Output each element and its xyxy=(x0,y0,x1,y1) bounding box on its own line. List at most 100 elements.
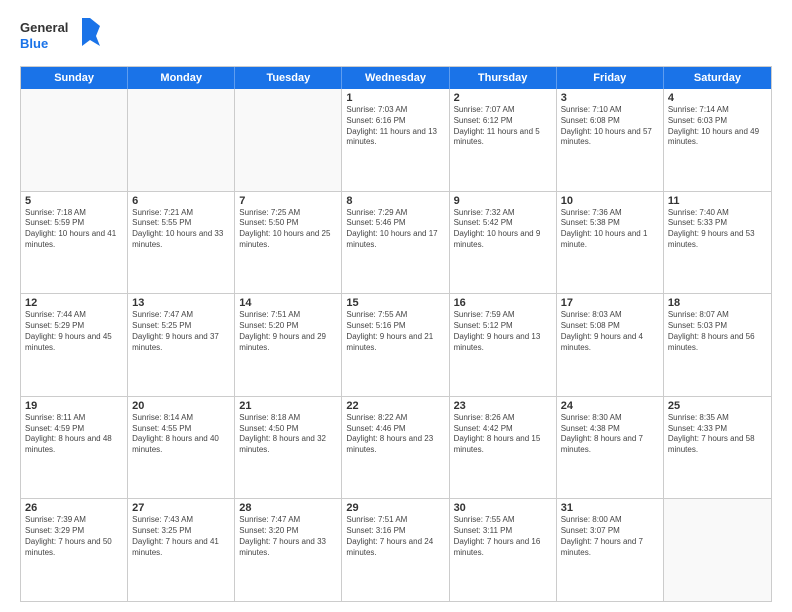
header: General Blue xyxy=(20,16,772,58)
day-number: 3 xyxy=(561,92,659,104)
cell-content: Sunrise: 7:36 AMSunset: 5:38 PMDaylight:… xyxy=(561,208,659,251)
day-number: 10 xyxy=(561,195,659,207)
day-number: 26 xyxy=(25,502,123,514)
page: General Blue SundayMondayTuesdayWednesda… xyxy=(0,0,792,612)
cell-content: Sunrise: 8:18 AMSunset: 4:50 PMDaylight:… xyxy=(239,413,337,456)
day-number: 9 xyxy=(454,195,552,207)
day-number: 21 xyxy=(239,400,337,412)
day-number: 25 xyxy=(668,400,767,412)
day-number: 27 xyxy=(132,502,230,514)
day-cell-23: 23 Sunrise: 8:26 AMSunset: 4:42 PMDaylig… xyxy=(450,397,557,499)
cell-content: Sunrise: 7:40 AMSunset: 5:33 PMDaylight:… xyxy=(668,208,767,251)
day-number: 22 xyxy=(346,400,444,412)
day-cell-14: 14 Sunrise: 7:51 AMSunset: 5:20 PMDaylig… xyxy=(235,294,342,396)
day-cell-29: 29 Sunrise: 7:51 AMSunset: 3:16 PMDaylig… xyxy=(342,499,449,601)
day-cell-1: 1 Sunrise: 7:03 AMSunset: 6:16 PMDayligh… xyxy=(342,89,449,191)
cell-content: Sunrise: 7:44 AMSunset: 5:29 PMDaylight:… xyxy=(25,310,123,353)
day-cell-6: 6 Sunrise: 7:21 AMSunset: 5:55 PMDayligh… xyxy=(128,192,235,294)
cell-content: Sunrise: 8:35 AMSunset: 4:33 PMDaylight:… xyxy=(668,413,767,456)
day-number: 20 xyxy=(132,400,230,412)
day-number: 6 xyxy=(132,195,230,207)
day-cell-19: 19 Sunrise: 8:11 AMSunset: 4:59 PMDaylig… xyxy=(21,397,128,499)
day-number: 15 xyxy=(346,297,444,309)
day-cell-18: 18 Sunrise: 8:07 AMSunset: 5:03 PMDaylig… xyxy=(664,294,771,396)
cell-content: Sunrise: 7:25 AMSunset: 5:50 PMDaylight:… xyxy=(239,208,337,251)
day-cell-24: 24 Sunrise: 8:30 AMSunset: 4:38 PMDaylig… xyxy=(557,397,664,499)
day-cell-3: 3 Sunrise: 7:10 AMSunset: 6:08 PMDayligh… xyxy=(557,89,664,191)
day-header-thursday: Thursday xyxy=(450,67,557,89)
cell-content: Sunrise: 8:26 AMSunset: 4:42 PMDaylight:… xyxy=(454,413,552,456)
calendar-header: SundayMondayTuesdayWednesdayThursdayFrid… xyxy=(21,67,771,89)
cell-content: Sunrise: 7:59 AMSunset: 5:12 PMDaylight:… xyxy=(454,310,552,353)
day-header-wednesday: Wednesday xyxy=(342,67,449,89)
day-cell-22: 22 Sunrise: 8:22 AMSunset: 4:46 PMDaylig… xyxy=(342,397,449,499)
week-row-1: 1 Sunrise: 7:03 AMSunset: 6:16 PMDayligh… xyxy=(21,89,771,192)
calendar-body: 1 Sunrise: 7:03 AMSunset: 6:16 PMDayligh… xyxy=(21,89,771,601)
svg-text:Blue: Blue xyxy=(20,36,48,51)
cell-content: Sunrise: 8:14 AMSunset: 4:55 PMDaylight:… xyxy=(132,413,230,456)
week-row-5: 26 Sunrise: 7:39 AMSunset: 3:29 PMDaylig… xyxy=(21,499,771,601)
calendar: SundayMondayTuesdayWednesdayThursdayFrid… xyxy=(20,66,772,602)
cell-content: Sunrise: 7:07 AMSunset: 6:12 PMDaylight:… xyxy=(454,105,552,148)
day-header-saturday: Saturday xyxy=(664,67,771,89)
cell-content: Sunrise: 7:18 AMSunset: 5:59 PMDaylight:… xyxy=(25,208,123,251)
day-number: 29 xyxy=(346,502,444,514)
day-number: 14 xyxy=(239,297,337,309)
day-number: 24 xyxy=(561,400,659,412)
day-cell-8: 8 Sunrise: 7:29 AMSunset: 5:46 PMDayligh… xyxy=(342,192,449,294)
day-number: 4 xyxy=(668,92,767,104)
cell-content: Sunrise: 7:21 AMSunset: 5:55 PMDaylight:… xyxy=(132,208,230,251)
cell-content: Sunrise: 8:11 AMSunset: 4:59 PMDaylight:… xyxy=(25,413,123,456)
cell-content: Sunrise: 7:43 AMSunset: 3:25 PMDaylight:… xyxy=(132,515,230,558)
day-number: 31 xyxy=(561,502,659,514)
svg-text:General: General xyxy=(20,20,68,35)
day-cell-13: 13 Sunrise: 7:47 AMSunset: 5:25 PMDaylig… xyxy=(128,294,235,396)
cell-content: Sunrise: 8:00 AMSunset: 3:07 PMDaylight:… xyxy=(561,515,659,558)
day-cell-21: 21 Sunrise: 8:18 AMSunset: 4:50 PMDaylig… xyxy=(235,397,342,499)
day-number: 17 xyxy=(561,297,659,309)
day-number: 16 xyxy=(454,297,552,309)
cell-content: Sunrise: 8:22 AMSunset: 4:46 PMDaylight:… xyxy=(346,413,444,456)
day-cell-26: 26 Sunrise: 7:39 AMSunset: 3:29 PMDaylig… xyxy=(21,499,128,601)
week-row-3: 12 Sunrise: 7:44 AMSunset: 5:29 PMDaylig… xyxy=(21,294,771,397)
cell-content: Sunrise: 7:32 AMSunset: 5:42 PMDaylight:… xyxy=(454,208,552,251)
day-number: 23 xyxy=(454,400,552,412)
day-number: 2 xyxy=(454,92,552,104)
empty-cell xyxy=(21,89,128,191)
empty-cell xyxy=(128,89,235,191)
day-number: 13 xyxy=(132,297,230,309)
cell-content: Sunrise: 7:51 AMSunset: 5:20 PMDaylight:… xyxy=(239,310,337,353)
day-number: 8 xyxy=(346,195,444,207)
day-cell-10: 10 Sunrise: 7:36 AMSunset: 5:38 PMDaylig… xyxy=(557,192,664,294)
day-cell-25: 25 Sunrise: 8:35 AMSunset: 4:33 PMDaylig… xyxy=(664,397,771,499)
day-cell-12: 12 Sunrise: 7:44 AMSunset: 5:29 PMDaylig… xyxy=(21,294,128,396)
empty-cell xyxy=(235,89,342,191)
day-header-friday: Friday xyxy=(557,67,664,89)
day-cell-7: 7 Sunrise: 7:25 AMSunset: 5:50 PMDayligh… xyxy=(235,192,342,294)
day-cell-17: 17 Sunrise: 8:03 AMSunset: 5:08 PMDaylig… xyxy=(557,294,664,396)
logo-svg: General Blue xyxy=(20,16,100,58)
cell-content: Sunrise: 7:51 AMSunset: 3:16 PMDaylight:… xyxy=(346,515,444,558)
cell-content: Sunrise: 7:03 AMSunset: 6:16 PMDaylight:… xyxy=(346,105,444,148)
day-cell-31: 31 Sunrise: 8:00 AMSunset: 3:07 PMDaylig… xyxy=(557,499,664,601)
day-cell-27: 27 Sunrise: 7:43 AMSunset: 3:25 PMDaylig… xyxy=(128,499,235,601)
cell-content: Sunrise: 7:29 AMSunset: 5:46 PMDaylight:… xyxy=(346,208,444,251)
day-number: 7 xyxy=(239,195,337,207)
day-cell-5: 5 Sunrise: 7:18 AMSunset: 5:59 PMDayligh… xyxy=(21,192,128,294)
day-number: 30 xyxy=(454,502,552,514)
cell-content: Sunrise: 8:30 AMSunset: 4:38 PMDaylight:… xyxy=(561,413,659,456)
cell-content: Sunrise: 7:55 AMSunset: 3:11 PMDaylight:… xyxy=(454,515,552,558)
day-number: 11 xyxy=(668,195,767,207)
logo: General Blue xyxy=(20,16,100,58)
day-cell-15: 15 Sunrise: 7:55 AMSunset: 5:16 PMDaylig… xyxy=(342,294,449,396)
day-number: 12 xyxy=(25,297,123,309)
empty-cell xyxy=(664,499,771,601)
day-number: 1 xyxy=(346,92,444,104)
cell-content: Sunrise: 7:10 AMSunset: 6:08 PMDaylight:… xyxy=(561,105,659,148)
day-cell-9: 9 Sunrise: 7:32 AMSunset: 5:42 PMDayligh… xyxy=(450,192,557,294)
cell-content: Sunrise: 8:07 AMSunset: 5:03 PMDaylight:… xyxy=(668,310,767,353)
day-number: 28 xyxy=(239,502,337,514)
cell-content: Sunrise: 8:03 AMSunset: 5:08 PMDaylight:… xyxy=(561,310,659,353)
day-number: 5 xyxy=(25,195,123,207)
cell-content: Sunrise: 7:55 AMSunset: 5:16 PMDaylight:… xyxy=(346,310,444,353)
